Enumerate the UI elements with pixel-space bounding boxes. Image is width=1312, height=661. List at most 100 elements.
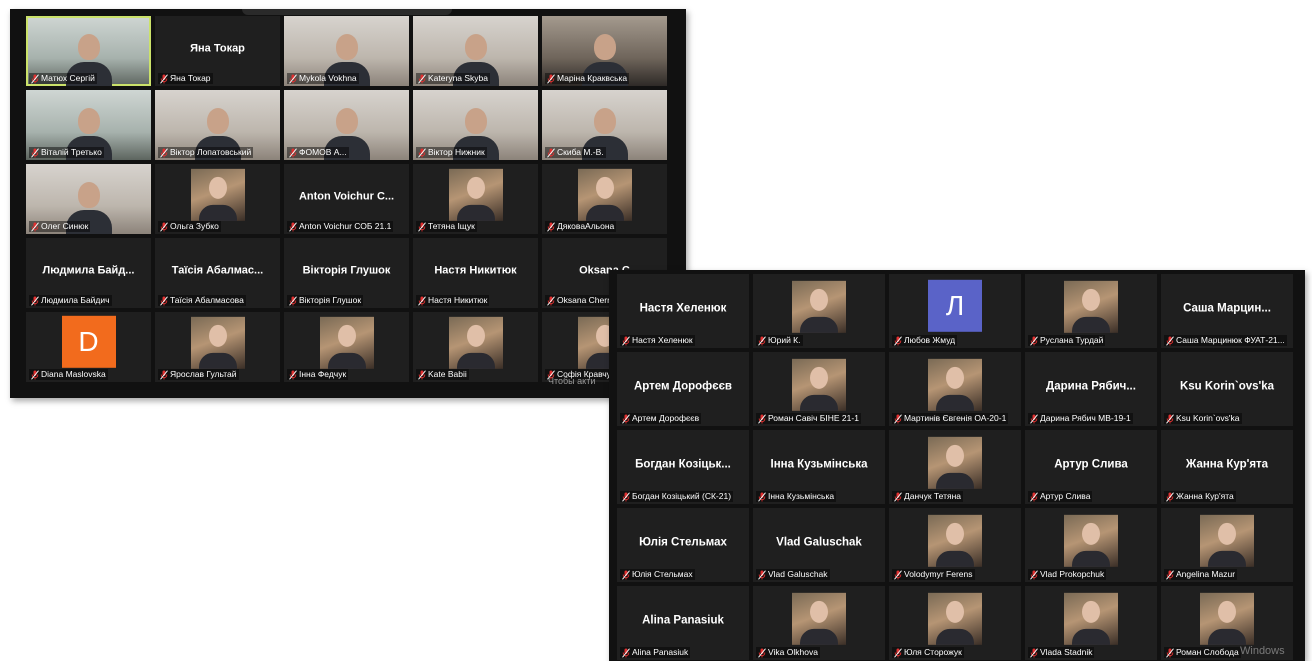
participant-name-label: ДяковаАльона (545, 221, 617, 232)
participant-tile[interactable]: Л Любов Жмуд (889, 274, 1021, 348)
muted-mic-icon (160, 221, 168, 232)
participant-tile[interactable]: Vlada Stadnik (1025, 586, 1157, 660)
participant-name: Ярослав Гультай (170, 369, 237, 379)
participant-photo (928, 358, 982, 411)
participant-name-label: ФОМОВ А... (287, 147, 349, 158)
participant-name: Юрий К. (768, 335, 801, 345)
muted-mic-icon (1166, 569, 1174, 580)
muted-mic-icon (547, 147, 555, 158)
participant-name-label: Angelina Mazur (1164, 569, 1238, 580)
participant-tile[interactable]: Настя Никитюк Настя Никитюк (413, 238, 538, 308)
participant-tile[interactable]: Таїсія Абалмас... Таїсія Абалмасова (155, 238, 280, 308)
participant-display-name: Юлія Стельмах (639, 536, 727, 549)
participant-tile[interactable]: ДяковаАльона (542, 164, 667, 234)
participant-tile[interactable]: Angelina Mazur (1161, 508, 1293, 582)
participant-tile[interactable]: Віктор Лопатовський (155, 90, 280, 160)
participant-display-name: Дарина Рябич... (1046, 380, 1136, 393)
participant-tile[interactable]: Alina Panasiuk Alina Panasiuk (617, 586, 749, 660)
participant-photo (190, 316, 245, 369)
participant-tile[interactable]: Anton Voichur C... Anton Voichur СОБ 21.1 (284, 164, 409, 234)
participant-display-name: Жанна Кур'ята (1185, 458, 1269, 471)
muted-mic-icon (160, 369, 168, 380)
participant-tile[interactable]: Данчук Тетяна (889, 430, 1021, 504)
participant-tile[interactable]: Ksu Korin`ovs'ka Ksu Korin`ovs'ka (1161, 352, 1293, 426)
participant-tile[interactable]: Артем Дорофєєв Артем Дорофєєв (617, 352, 749, 426)
participant-photo (448, 168, 503, 221)
participant-tile[interactable]: ФОМОВ А... (284, 90, 409, 160)
muted-mic-icon (622, 413, 630, 424)
participant-name-label: Жанна Кур'ята (1164, 491, 1236, 502)
participant-tile[interactable]: Дарина Рябич... Дарина Рябич МВ-19-1 (1025, 352, 1157, 426)
participant-name: Любов Жмуд (904, 335, 956, 345)
participant-display-name: Anton Voichur C... (298, 190, 395, 203)
participant-name: Anton Voichur СОБ 21.1 (299, 221, 392, 231)
muted-mic-icon (1166, 413, 1174, 424)
participant-tile[interactable]: Ярослав Гультай (155, 312, 280, 382)
muted-mic-icon (622, 491, 630, 502)
participant-name: Інна Кузьмінська (768, 491, 835, 501)
participant-display-name: Людмила Байд... (42, 264, 135, 277)
muted-mic-icon (418, 295, 426, 306)
participant-tile[interactable]: Маріна Краквська (542, 16, 667, 86)
muted-mic-icon (1030, 491, 1038, 502)
participant-tile[interactable]: Vlad Prokopchuk (1025, 508, 1157, 582)
participant-tile[interactable]: Вікторія Глушок Вікторія Глушок (284, 238, 409, 308)
participant-name-label: Юля Сторожук (892, 647, 964, 658)
participant-tile[interactable]: Богдан Козіцьк... Богдан Козіцький (СК-21… (617, 430, 749, 504)
muted-mic-icon (1030, 413, 1038, 424)
participant-tile[interactable]: Віталій Третько (26, 90, 151, 160)
participant-tile[interactable]: Руслана Турдай (1025, 274, 1157, 348)
muted-mic-icon (1030, 335, 1038, 346)
participant-name: Віталій Третько (41, 147, 102, 157)
participant-tile[interactable]: Тетяна Іщук (413, 164, 538, 234)
muted-mic-icon (547, 221, 555, 232)
participant-tile[interactable]: Віктор Нижник (413, 90, 538, 160)
participant-tile[interactable]: Мартинів Євгенія ОА-20-1 (889, 352, 1021, 426)
participant-tile[interactable]: Юля Сторожук (889, 586, 1021, 660)
participant-tile[interactable]: Kateryna Skyba (413, 16, 538, 86)
participant-tile[interactable]: Volodymyr Ferens (889, 508, 1021, 582)
muted-mic-icon (1030, 569, 1038, 580)
participant-display-name: Настя Хеленюк (639, 302, 727, 315)
participant-name-label: Vlad Prokopchuk (1028, 569, 1107, 580)
participant-name-label: Віктор Нижник (416, 147, 487, 158)
participant-tile[interactable]: Матюх Сергій (26, 16, 151, 86)
participant-tile[interactable]: Юлія Стельмах Юлія Стельмах (617, 508, 749, 582)
muted-mic-icon (758, 647, 766, 658)
participant-photo (1200, 514, 1254, 567)
participant-tile[interactable]: Скиба М.-В. (542, 90, 667, 160)
participant-tile[interactable]: Ольга Зубко (155, 164, 280, 234)
muted-mic-icon (622, 335, 630, 346)
muted-mic-icon (1166, 335, 1174, 346)
participant-name-label: Саша Марцинюк ФУАТ-21... (1164, 335, 1287, 346)
participant-tile[interactable]: Роман Савіч БІНЕ 21-1 (753, 352, 885, 426)
participant-name-label: Oksana Cherr (545, 295, 612, 306)
participant-tile[interactable]: Vika Olkhova (753, 586, 885, 660)
participant-tile[interactable]: Vlad Galuschak Vlad Galuschak (753, 508, 885, 582)
muted-mic-icon (894, 335, 902, 346)
muted-mic-icon (1166, 491, 1174, 502)
participant-name: Kate Babii (428, 369, 467, 379)
participant-tile[interactable]: Жанна Кур'ята Жанна Кур'ята (1161, 430, 1293, 504)
participant-tile[interactable]: Яна Токар Яна Токар (155, 16, 280, 86)
avatar-letter: D (61, 315, 116, 368)
participant-tile[interactable]: Людмила Байд... Людмила Байдич (26, 238, 151, 308)
participant-tile[interactable]: Артур Слива Артур Слива (1025, 430, 1157, 504)
participant-tile[interactable]: Юрий К. (753, 274, 885, 348)
participant-name: Саша Марцинюк ФУАТ-21... (1176, 335, 1285, 345)
muted-mic-icon (31, 221, 39, 232)
participant-tile[interactable]: Інна Федчук (284, 312, 409, 382)
participant-name-label: Vlada Stadnik (1028, 647, 1095, 658)
participant-photo (577, 168, 632, 221)
participant-name-label: Олег Синюк (29, 221, 91, 232)
participant-tile[interactable]: Інна Кузьмінська Інна Кузьмінська (753, 430, 885, 504)
participant-tile[interactable]: Олег Синюк (26, 164, 151, 234)
participant-tile[interactable]: D Diana Maslovska (26, 312, 151, 382)
participant-name: Vlada Stadnik (1040, 647, 1093, 657)
gallery-window-2: Настя Хеленюк Настя Хеленюк Юрий К. Л Любов … (609, 270, 1305, 661)
participant-tile[interactable]: Саша Марцин... Саша Марцинюк ФУАТ-21... (1161, 274, 1293, 348)
participant-name-label: Богдан Козіцький (СК-21) (620, 491, 734, 502)
participant-tile[interactable]: Mykola Vokhna (284, 16, 409, 86)
participant-tile[interactable]: Kate Babii (413, 312, 538, 382)
participant-tile[interactable]: Настя Хеленюк Настя Хеленюк (617, 274, 749, 348)
